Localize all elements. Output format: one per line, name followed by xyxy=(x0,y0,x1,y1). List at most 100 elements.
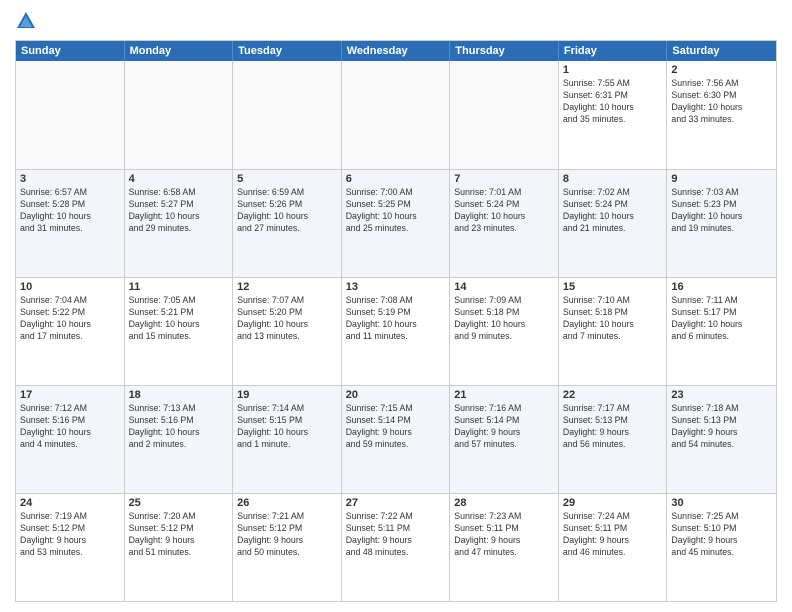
cell-info: Sunrise: 7:02 AMSunset: 5:24 PMDaylight:… xyxy=(563,187,663,235)
calendar-cell xyxy=(450,61,559,169)
calendar-cell: 30 Sunrise: 7:25 AMSunset: 5:10 PMDayligh… xyxy=(667,494,776,601)
day-number: 13 xyxy=(346,281,446,293)
cell-info: Sunrise: 7:18 AMSunset: 5:13 PMDaylight:… xyxy=(671,403,772,451)
calendar-row: 10 Sunrise: 7:04 AMSunset: 5:22 PMDayligh… xyxy=(16,277,776,385)
calendar-cell xyxy=(342,61,451,169)
day-number: 22 xyxy=(563,389,663,401)
cell-info: Sunrise: 7:20 AMSunset: 5:12 PMDaylight:… xyxy=(129,511,229,559)
day-number: 16 xyxy=(671,281,772,293)
cell-info: Sunrise: 7:00 AMSunset: 5:25 PMDaylight:… xyxy=(346,187,446,235)
weekday-header: Saturday xyxy=(667,41,776,61)
cell-info: Sunrise: 7:11 AMSunset: 5:17 PMDaylight:… xyxy=(671,295,772,343)
calendar-cell: 1 Sunrise: 7:55 AMSunset: 6:31 PMDaylight… xyxy=(559,61,668,169)
cell-info: Sunrise: 7:03 AMSunset: 5:23 PMDaylight:… xyxy=(671,187,772,235)
calendar-cell: 12 Sunrise: 7:07 AMSunset: 5:20 PMDayligh… xyxy=(233,278,342,385)
calendar-row: 3 Sunrise: 6:57 AMSunset: 5:28 PMDaylight… xyxy=(16,169,776,277)
page: SundayMondayTuesdayWednesdayThursdayFrid… xyxy=(0,0,792,612)
calendar-cell: 5 Sunrise: 6:59 AMSunset: 5:26 PMDaylight… xyxy=(233,170,342,277)
day-number: 27 xyxy=(346,497,446,509)
cell-info: Sunrise: 7:12 AMSunset: 5:16 PMDaylight:… xyxy=(20,403,120,451)
weekday-header: Wednesday xyxy=(342,41,451,61)
day-number: 19 xyxy=(237,389,337,401)
cell-info: Sunrise: 7:22 AMSunset: 5:11 PMDaylight:… xyxy=(346,511,446,559)
calendar-cell: 29Sunrise: 7:24 AMSunset: 5:11 PMDayligh… xyxy=(559,494,668,601)
cell-info: Sunrise: 7:21 AMSunset: 5:12 PMDaylight:… xyxy=(237,511,337,559)
cell-info: Sunrise: 7:23 AMSunset: 5:11 PMDaylight:… xyxy=(454,511,554,559)
weekday-header: Tuesday xyxy=(233,41,342,61)
cell-info: Sunrise: 6:57 AMSunset: 5:28 PMDaylight:… xyxy=(20,187,120,235)
calendar-row: 1 Sunrise: 7:55 AMSunset: 6:31 PMDaylight… xyxy=(16,61,776,169)
cell-info: Sunrise: 7:15 AMSunset: 5:14 PMDaylight:… xyxy=(346,403,446,451)
day-number: 12 xyxy=(237,281,337,293)
logo xyxy=(15,10,41,32)
day-number: 3 xyxy=(20,173,120,185)
cell-info: Sunrise: 7:55 AMSunset: 6:31 PMDaylight:… xyxy=(563,78,663,126)
calendar-cell: 10 Sunrise: 7:04 AMSunset: 5:22 PMDayligh… xyxy=(16,278,125,385)
day-number: 15 xyxy=(563,281,663,293)
day-number: 14 xyxy=(454,281,554,293)
day-number: 5 xyxy=(237,173,337,185)
calendar-cell xyxy=(16,61,125,169)
calendar-cell: 21Sunrise: 7:16 AMSunset: 5:14 PMDayligh… xyxy=(450,386,559,493)
calendar-cell: 19 Sunrise: 7:14 AMSunset: 5:15 PMDayligh… xyxy=(233,386,342,493)
calendar-cell: 26 Sunrise: 7:21 AMSunset: 5:12 PMDayligh… xyxy=(233,494,342,601)
day-number: 8 xyxy=(563,173,663,185)
cell-info: Sunrise: 7:19 AMSunset: 5:12 PMDaylight:… xyxy=(20,511,120,559)
calendar-cell: 13 Sunrise: 7:08 AMSunset: 5:19 PMDayligh… xyxy=(342,278,451,385)
calendar-cell: 25 Sunrise: 7:20 AMSunset: 5:12 PMDayligh… xyxy=(125,494,234,601)
cell-info: Sunrise: 7:10 AMSunset: 5:18 PMDaylight:… xyxy=(563,295,663,343)
day-number: 7 xyxy=(454,173,554,185)
cell-info: Sunrise: 7:08 AMSunset: 5:19 PMDaylight:… xyxy=(346,295,446,343)
cell-info: Sunrise: 7:24 AMSunset: 5:11 PMDaylight:… xyxy=(563,511,663,559)
cell-info: Sunrise: 7:13 AMSunset: 5:16 PMDaylight:… xyxy=(129,403,229,451)
day-number: 11 xyxy=(129,281,229,293)
calendar-header: SundayMondayTuesdayWednesdayThursdayFrid… xyxy=(16,41,776,61)
day-number: 21 xyxy=(454,389,554,401)
day-number: 2 xyxy=(671,64,772,76)
weekday-header: Thursday xyxy=(450,41,559,61)
weekday-header: Sunday xyxy=(16,41,125,61)
calendar-cell: 6 Sunrise: 7:00 AMSunset: 5:25 PMDaylight… xyxy=(342,170,451,277)
calendar-row: 24 Sunrise: 7:19 AMSunset: 5:12 PMDayligh… xyxy=(16,493,776,601)
calendar-cell: 16 Sunrise: 7:11 AMSunset: 5:17 PMDayligh… xyxy=(667,278,776,385)
day-number: 17 xyxy=(20,389,120,401)
calendar-row: 17 Sunrise: 7:12 AMSunset: 5:16 PMDayligh… xyxy=(16,385,776,493)
calendar-cell xyxy=(125,61,234,169)
calendar-cell: 3 Sunrise: 6:57 AMSunset: 5:28 PMDaylight… xyxy=(16,170,125,277)
calendar-cell: 20Sunrise: 7:15 AMSunset: 5:14 PMDayligh… xyxy=(342,386,451,493)
day-number: 10 xyxy=(20,281,120,293)
cell-info: Sunrise: 7:01 AMSunset: 5:24 PMDaylight:… xyxy=(454,187,554,235)
calendar-cell: 2 Sunrise: 7:56 AMSunset: 6:30 PMDaylight… xyxy=(667,61,776,169)
day-number: 26 xyxy=(237,497,337,509)
calendar-cell: 4Sunrise: 6:58 AMSunset: 5:27 PMDaylight… xyxy=(125,170,234,277)
cell-info: Sunrise: 7:25 AMSunset: 5:10 PMDaylight:… xyxy=(671,511,772,559)
calendar-cell: 9Sunrise: 7:03 AMSunset: 5:23 PMDaylight… xyxy=(667,170,776,277)
cell-info: Sunrise: 7:05 AMSunset: 5:21 PMDaylight:… xyxy=(129,295,229,343)
calendar: SundayMondayTuesdayWednesdayThursdayFrid… xyxy=(15,40,777,602)
day-number: 23 xyxy=(671,389,772,401)
day-number: 30 xyxy=(671,497,772,509)
calendar-cell: 24 Sunrise: 7:19 AMSunset: 5:12 PMDayligh… xyxy=(16,494,125,601)
calendar-cell xyxy=(233,61,342,169)
cell-info: Sunrise: 7:14 AMSunset: 5:15 PMDaylight:… xyxy=(237,403,337,451)
page-header xyxy=(15,10,777,32)
calendar-cell: 17 Sunrise: 7:12 AMSunset: 5:16 PMDayligh… xyxy=(16,386,125,493)
day-number: 24 xyxy=(20,497,120,509)
cell-info: Sunrise: 7:07 AMSunset: 5:20 PMDaylight:… xyxy=(237,295,337,343)
calendar-cell: 7 Sunrise: 7:01 AMSunset: 5:24 PMDaylight… xyxy=(450,170,559,277)
day-number: 18 xyxy=(129,389,229,401)
cell-info: Sunrise: 7:17 AMSunset: 5:13 PMDaylight:… xyxy=(563,403,663,451)
calendar-cell: 23 Sunrise: 7:18 AMSunset: 5:13 PMDayligh… xyxy=(667,386,776,493)
calendar-cell: 8 Sunrise: 7:02 AMSunset: 5:24 PMDaylight… xyxy=(559,170,668,277)
day-number: 6 xyxy=(346,173,446,185)
weekday-header: Monday xyxy=(125,41,234,61)
calendar-cell: 22 Sunrise: 7:17 AMSunset: 5:13 PMDayligh… xyxy=(559,386,668,493)
day-number: 4 xyxy=(129,173,229,185)
day-number: 25 xyxy=(129,497,229,509)
calendar-body: 1 Sunrise: 7:55 AMSunset: 6:31 PMDaylight… xyxy=(16,61,776,601)
cell-info: Sunrise: 6:59 AMSunset: 5:26 PMDaylight:… xyxy=(237,187,337,235)
cell-info: Sunrise: 7:04 AMSunset: 5:22 PMDaylight:… xyxy=(20,295,120,343)
calendar-cell: 18 Sunrise: 7:13 AMSunset: 5:16 PMDayligh… xyxy=(125,386,234,493)
cell-info: Sunrise: 7:56 AMSunset: 6:30 PMDaylight:… xyxy=(671,78,772,126)
day-number: 1 xyxy=(563,64,663,76)
